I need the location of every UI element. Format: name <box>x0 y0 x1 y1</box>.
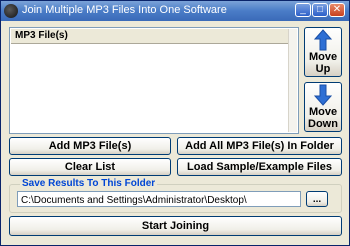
move-up-label-line1: Move <box>308 51 338 63</box>
browse-folder-button[interactable]: ... <box>306 191 328 207</box>
add-mp3-files-button[interactable]: Add MP3 File(s) <box>9 137 171 155</box>
minimize-button[interactable]: _ <box>295 3 311 17</box>
output-folder-input[interactable]: C:\Documents and Settings\Administrator\… <box>17 191 301 207</box>
list-scrollbar[interactable] <box>288 29 297 132</box>
title-bar[interactable]: Join Multiple MP3 Files Into One Softwar… <box>1 1 349 21</box>
add-all-in-folder-button[interactable]: Add All MP3 File(s) In Folder <box>177 137 342 155</box>
maximize-button[interactable]: □ <box>312 3 328 17</box>
app-icon <box>4 4 18 18</box>
list-column-header[interactable]: MP3 File(s) <box>11 29 297 44</box>
app-window: Join Multiple MP3 Files Into One Softwar… <box>0 0 350 246</box>
save-results-label: Save Results To This Folder <box>20 178 158 189</box>
arrow-up-icon <box>314 29 332 51</box>
move-down-label-line1: Move <box>308 106 338 118</box>
mp3-file-list[interactable]: MP3 File(s) <box>9 27 299 134</box>
start-joining-button[interactable]: Start Joining <box>9 216 342 236</box>
move-down-label-line2: Down <box>308 118 338 130</box>
arrow-down-icon <box>314 84 332 106</box>
move-down-button[interactable]: Move Down <box>304 82 342 132</box>
load-sample-files-button[interactable]: Load Sample/Example Files <box>177 158 342 176</box>
move-up-button[interactable]: Move Up <box>304 27 342 77</box>
clear-list-button[interactable]: Clear List <box>9 158 171 176</box>
close-button[interactable]: ✕ <box>329 3 345 17</box>
window-title: Join Multiple MP3 Files Into One Softwar… <box>22 4 227 16</box>
move-up-label-line2: Up <box>315 63 331 75</box>
